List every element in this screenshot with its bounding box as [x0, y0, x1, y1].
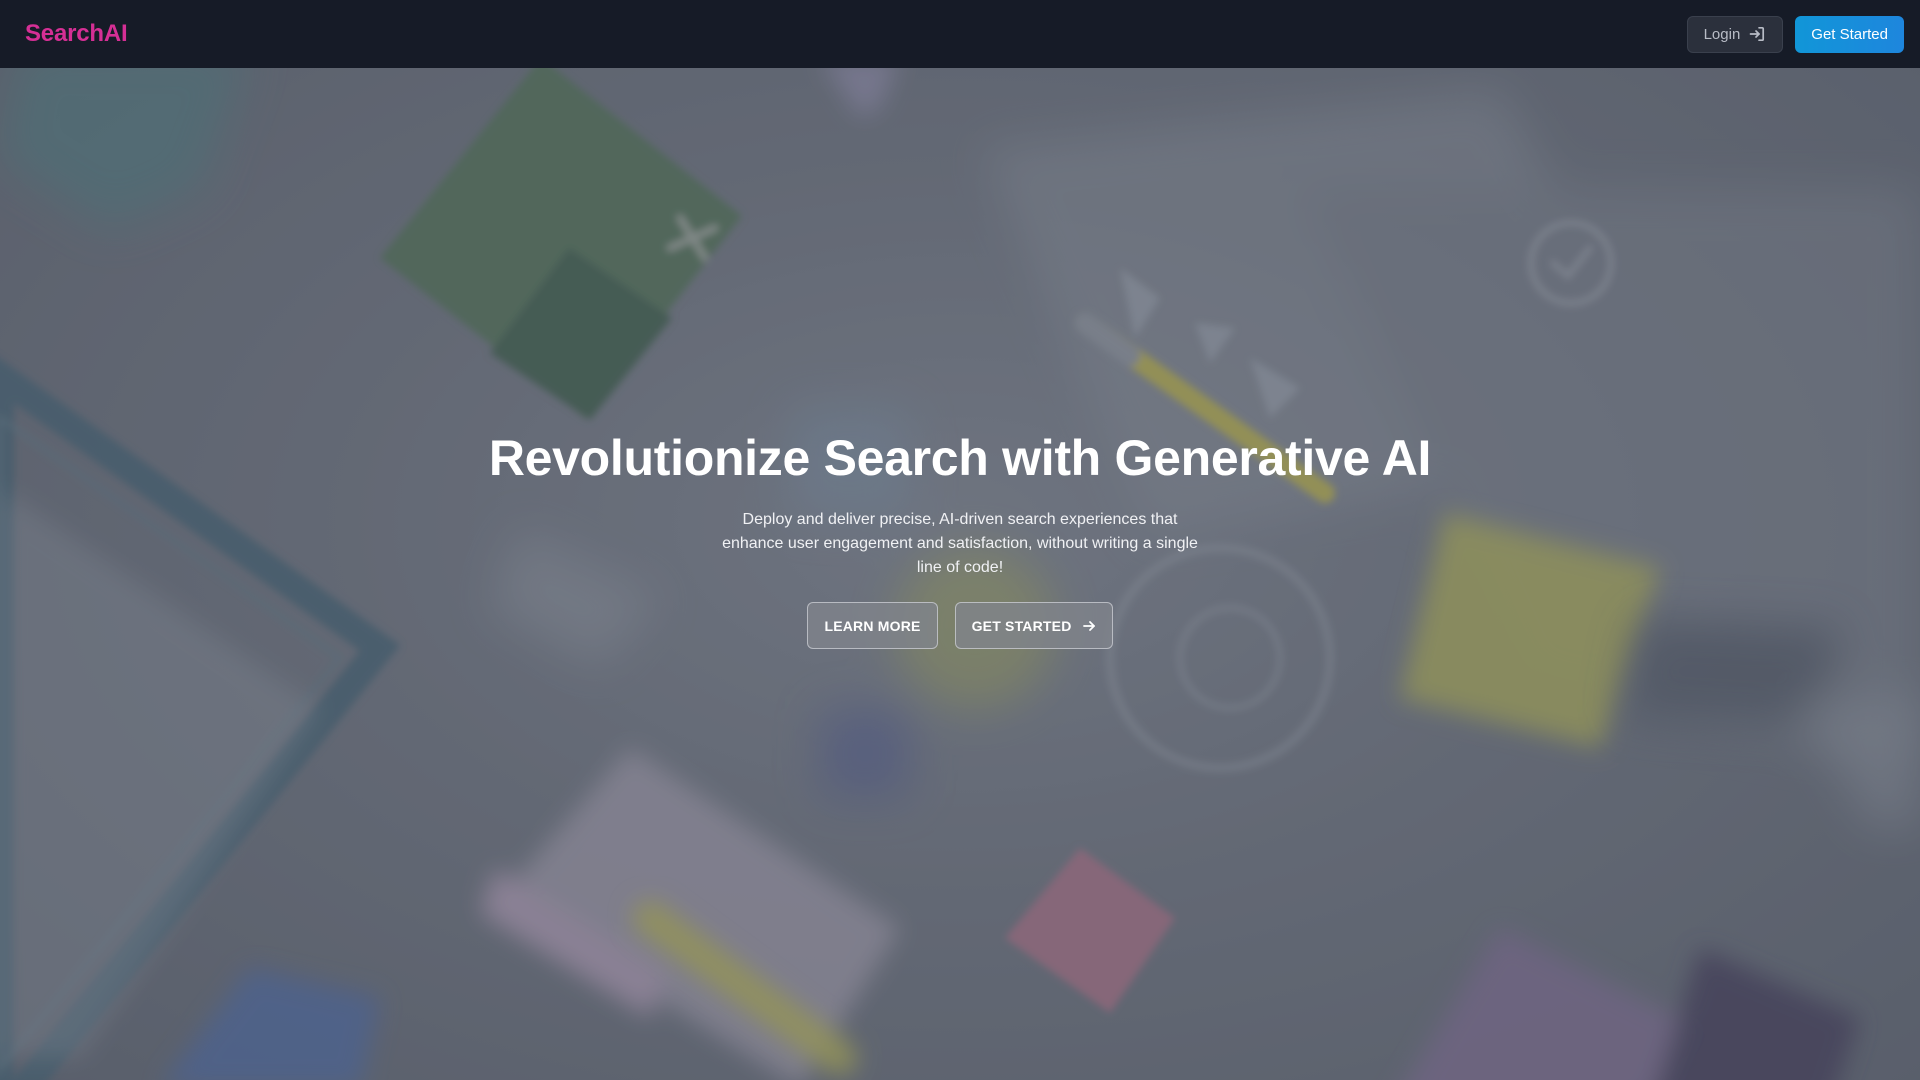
- hero-subtitle: Deploy and deliver precise, AI-driven se…: [722, 511, 1198, 576]
- learn-more-button[interactable]: LEARN MORE: [807, 602, 938, 649]
- hero-buttons: LEARN MORE GET STARTED: [807, 602, 1113, 649]
- top-navbar: SearchAI Login Get Started: [0, 0, 1920, 68]
- learn-more-label: LEARN MORE: [824, 617, 921, 634]
- hero-title: Revolutionize Search with Generative AI: [488, 430, 1432, 486]
- get-started-nav-button[interactable]: Get Started: [1795, 15, 1904, 53]
- sign-in-icon: [1749, 26, 1765, 42]
- brand-logo[interactable]: SearchAI: [25, 20, 128, 48]
- login-button[interactable]: Login: [1686, 15, 1784, 53]
- get-started-hero-label: GET STARTED: [971, 617, 1072, 634]
- nav-actions: Login Get Started: [1686, 15, 1904, 53]
- arrow-right-icon: [1082, 620, 1095, 631]
- get-started-hero-button[interactable]: GET STARTED: [954, 602, 1113, 649]
- login-label: Login: [1703, 25, 1741, 43]
- hero-content: Revolutionize Search with Generative AI …: [0, 428, 1920, 649]
